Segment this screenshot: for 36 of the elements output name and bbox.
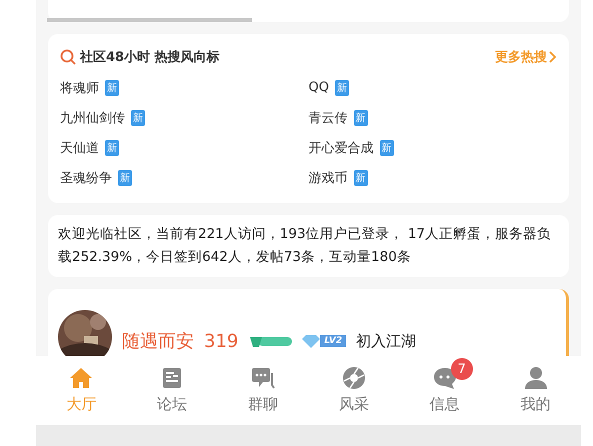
user-score: 319 xyxy=(204,330,238,352)
section-title: 社区48小时 热搜风向标 xyxy=(80,49,220,66)
new-tag: 新 xyxy=(105,140,119,156)
hot-search-link[interactable]: 游戏币 xyxy=(308,168,348,186)
chat-bubble-icon xyxy=(432,366,457,390)
tab[interactable]: 群聊 xyxy=(218,356,308,425)
user-icon xyxy=(524,366,548,390)
tab[interactable]: 信息 7 xyxy=(399,356,490,425)
search-icon xyxy=(60,49,76,65)
tab[interactable]: 论坛 xyxy=(126,356,218,425)
home-icon xyxy=(69,366,94,390)
chevron-right-icon xyxy=(549,51,557,63)
new-tag: 新 xyxy=(334,80,349,96)
level-badge-icon xyxy=(248,334,292,348)
unread-badge: 7 xyxy=(450,358,473,380)
hot-search-link[interactable]: 圣魂纷争 xyxy=(60,168,112,186)
tab[interactable]: 风采 xyxy=(308,356,400,425)
diamond-icon xyxy=(302,334,320,348)
new-tag: 新 xyxy=(354,110,368,126)
tab[interactable]: 我的 xyxy=(490,356,581,425)
vip-level: LV2 xyxy=(320,335,346,347)
user-rank: 初入江湖 xyxy=(356,332,416,350)
new-tag: 新 xyxy=(131,110,145,126)
new-tag: 新 xyxy=(380,140,394,156)
stats-text: 欢迎光临社区，当前有221人访问，193位用户已登录， 17人正孵蛋，服务器负载252.39%，今日签到642人，发帖73条，互动量180条 xyxy=(58,225,552,267)
new-tag: 新 xyxy=(354,170,368,186)
chat-icon xyxy=(251,366,276,390)
hot-search-link[interactable]: 开心爱合成 xyxy=(308,138,374,156)
hot-search-link[interactable]: 九州仙剑传 xyxy=(60,108,125,126)
new-tag: 新 xyxy=(118,170,132,186)
hot-search-link[interactable]: QQ xyxy=(308,80,329,95)
hot-search-link[interactable]: 天仙道 xyxy=(60,138,99,156)
hot-search-link[interactable]: 将魂师 xyxy=(60,78,99,96)
aperture-icon xyxy=(342,366,366,390)
hot-search-link[interactable]: 青云传 xyxy=(308,108,348,126)
new-tag: 新 xyxy=(105,80,119,96)
